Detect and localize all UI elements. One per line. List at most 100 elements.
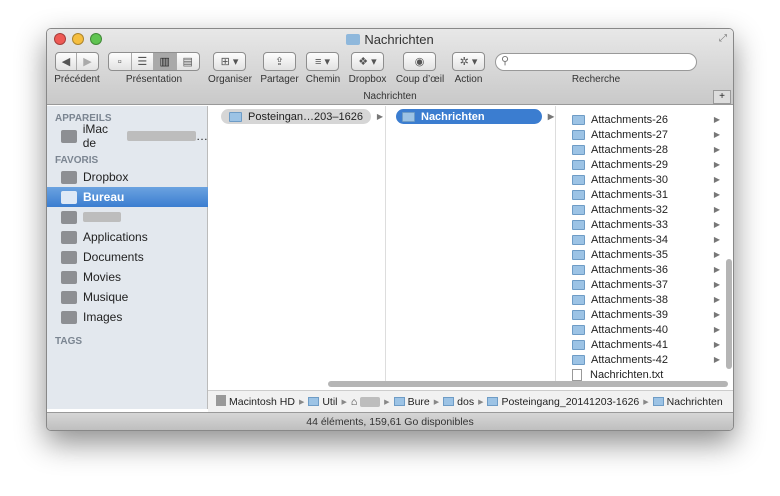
list-view-icon[interactable]: ☰ <box>132 53 154 70</box>
chevron-right-icon: ▶ <box>478 398 484 406</box>
list-item[interactable]: Attachments-31 ▶ <box>558 187 726 202</box>
list-item[interactable]: Attachments-28 ▶ <box>558 142 726 157</box>
favorites-header: FAVORIS <box>55 155 99 166</box>
folder-icon <box>652 396 664 406</box>
share-button[interactable]: ⇪ <box>263 52 296 71</box>
path-item[interactable]: Util <box>308 396 338 408</box>
horizontal-scrollbar[interactable] <box>328 381 728 387</box>
list-item[interactable]: Attachments-40 ▶ <box>558 322 726 337</box>
path-item[interactable]: Posteingang_20141203-1626 <box>487 396 639 408</box>
forward-icon[interactable]: ▶ <box>77 53 98 70</box>
sidebar-item-dropbox[interactable]: Dropbox <box>47 167 208 187</box>
chevron-right-icon: ▶ <box>713 295 720 304</box>
path-item[interactable]: Nachrichten <box>652 396 723 408</box>
folder-name: Attachments-35 <box>591 248 669 261</box>
list-item[interactable]: Attachments-29 ▶ <box>558 157 726 172</box>
folder-name: Attachments-32 <box>591 203 669 216</box>
fullscreen-icon[interactable]: ⤢ <box>719 33 727 44</box>
folder-icon <box>572 339 585 350</box>
list-item[interactable]: Nachrichten ▶ <box>396 109 554 124</box>
column-1: Posteingan…203–1626 ▶ <box>215 106 386 381</box>
list-item[interactable]: Attachments-33 ▶ <box>558 217 726 232</box>
chevron-right-icon: ▶ <box>713 355 720 364</box>
list-item[interactable]: Attachments-41 ▶ <box>558 337 726 352</box>
path-item-label: Bure <box>407 395 430 408</box>
quicklook-button[interactable]: ◉ <box>403 52 436 71</box>
path-item[interactable]: ⌂ <box>351 396 381 408</box>
sidebar-label: Musique <box>83 290 129 304</box>
list-item[interactable]: Attachments-30 ▶ <box>558 172 726 187</box>
sidebar-label: Movies <box>83 270 122 284</box>
arrange-label: Organiser <box>208 74 252 85</box>
path-button[interactable]: ≡ ▾ <box>306 52 339 71</box>
list-item[interactable]: Attachments-35 ▶ <box>558 247 726 262</box>
folder-icon <box>572 159 585 170</box>
path-item-label: Macintosh HD <box>229 396 295 408</box>
search-icon: ⚲ <box>501 55 510 67</box>
chevron-right-icon: ▶ <box>713 280 720 289</box>
chevron-right-icon: ▶ <box>713 265 720 274</box>
chevron-right-icon: ▶ <box>713 340 720 349</box>
back-forward-control[interactable]: ◀ ▶ <box>55 52 99 71</box>
list-item[interactable]: Nachrichten.txt <box>558 367 726 382</box>
list-item[interactable]: Attachments-34 ▶ <box>558 232 726 247</box>
sidebar-item-imac[interactable]: iMac de … <box>47 122 208 150</box>
vertical-scrollbar[interactable] <box>726 259 732 369</box>
folder-icon <box>572 189 585 200</box>
tags-header: TAGS <box>55 336 83 347</box>
coverflow-view-icon[interactable]: ▤ <box>177 53 199 70</box>
path-item[interactable]: Macintosh HD <box>216 395 295 408</box>
sidebar-item-music[interactable]: Musique <box>47 287 208 307</box>
folder-icon <box>487 396 499 406</box>
path-item[interactable]: dos <box>443 396 474 408</box>
view-control[interactable]: ▫ ☰ ▥ ▤ <box>108 52 200 71</box>
sidebar-item-images[interactable]: Images <box>47 307 208 327</box>
folder-icon <box>572 324 585 335</box>
list-item[interactable]: Attachments-42 ▶ <box>558 352 726 367</box>
sidebar-item-movies[interactable]: Movies <box>47 267 208 287</box>
folder-name: Attachments-28 <box>591 143 669 156</box>
chevron-right-icon: ▶ <box>713 205 720 214</box>
search-input[interactable]: ⚲ <box>495 53 697 71</box>
path-item[interactable]: Bure <box>393 395 430 408</box>
sidebar-item-bureau[interactable]: Bureau <box>47 187 208 207</box>
folder-icon <box>572 219 585 230</box>
folder-name: Posteingan…203–1626 <box>248 110 363 123</box>
column-2: Nachrichten ▶ <box>388 106 556 381</box>
new-tab-button[interactable]: + <box>713 90 731 104</box>
folder-name: Attachments-38 <box>591 293 669 306</box>
path-item-label: Posteingang_20141203-1626 <box>501 395 640 408</box>
dropbox-button[interactable]: ❖ ▾ <box>351 52 384 71</box>
list-item[interactable]: Attachments-39 ▶ <box>558 307 726 322</box>
list-item[interactable]: Attachments-37 ▶ <box>558 277 726 292</box>
list-item[interactable]: Attachments-27 ▶ <box>558 127 726 142</box>
camera-icon <box>61 310 77 324</box>
column-view-icon[interactable]: ▥ <box>154 53 177 70</box>
folder-icon <box>572 309 585 320</box>
folder-name: Attachments-26 <box>591 113 669 126</box>
folder-icon <box>572 129 585 140</box>
list-item[interactable]: Attachments-38 ▶ <box>558 292 726 307</box>
back-icon[interactable]: ◀ <box>56 53 78 70</box>
toolbar: Nachrichten ⤢ ◀ ▶ Précédent ▫ ☰ ▥ ▤ Prés… <box>47 29 733 105</box>
list-item[interactable]: Posteingan…203–1626 ▶ <box>221 109 383 124</box>
folder-icon <box>308 396 320 406</box>
chevron-right-icon: ▶ <box>643 398 649 406</box>
documents-icon <box>61 250 77 264</box>
arrange-button[interactable]: ⊞ ▾ <box>213 52 246 71</box>
icon-view-icon[interactable]: ▫ <box>109 53 132 70</box>
chevron-right-icon: ▶ <box>341 398 347 406</box>
sidebar-item-documents[interactable]: Documents <box>47 247 208 267</box>
list-item[interactable]: Attachments-36 ▶ <box>558 262 726 277</box>
list-item[interactable]: Attachments-26 ▶ <box>558 112 726 127</box>
path-bar: Macintosh HD ▶ Util ▶ ⌂ ▶ Bure ▶ dos ▶ Posteingan… <box>208 390 733 412</box>
sidebar-item-home[interactable] <box>47 207 208 227</box>
folder-name: Attachments-39 <box>591 308 669 321</box>
action-button[interactable]: ✲ ▾ <box>452 52 485 71</box>
tab-nachrichten[interactable]: Nachrichten <box>47 91 733 105</box>
sidebar-item-applications[interactable]: Applications <box>47 227 208 247</box>
list-item[interactable]: Attachments-32 ▶ <box>558 202 726 217</box>
folder-icon <box>572 174 585 185</box>
sidebar-label: Applications <box>83 230 148 244</box>
chevron-right-icon: ▶ <box>713 160 720 169</box>
